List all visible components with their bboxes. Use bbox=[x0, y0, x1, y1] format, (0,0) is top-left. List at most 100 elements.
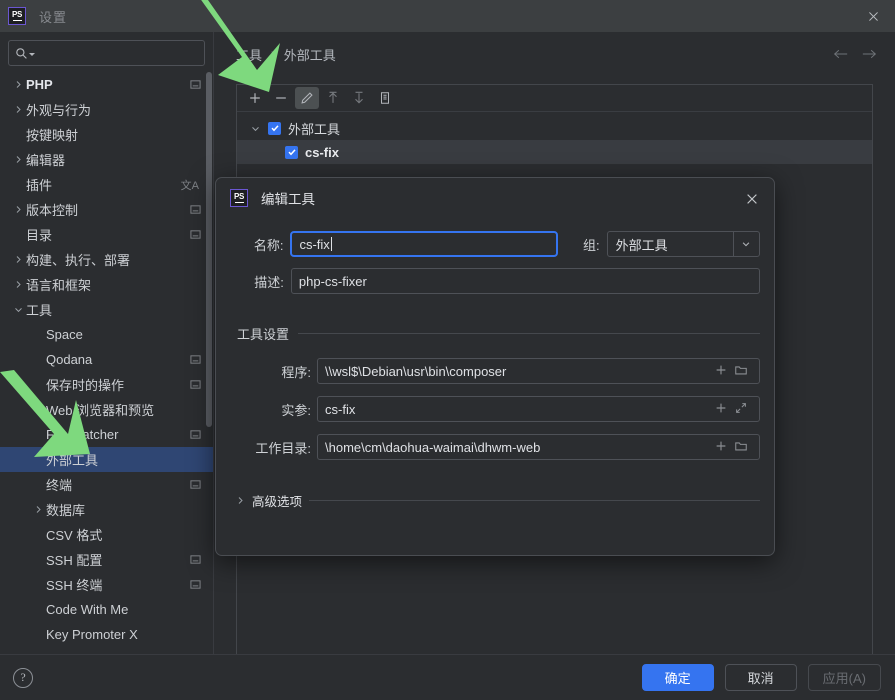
sidebar-scrollbar-thumb[interactable] bbox=[206, 72, 212, 427]
sidebar-item-item-4[interactable]: 插件 文A bbox=[0, 172, 213, 197]
tool-label: 外部工具 bbox=[288, 121, 341, 137]
working-directory-input[interactable]: \home\cm\daohua-waimai\dhwm-web bbox=[317, 434, 760, 460]
sidebar-item-item-22[interactable]: Key Promoter X bbox=[0, 622, 213, 647]
copy-tool-button[interactable] bbox=[373, 87, 397, 109]
window-badge-icon bbox=[190, 379, 201, 390]
sidebar-item-item-13[interactable]: Web 浏览器和预览 bbox=[0, 397, 213, 422]
arrow-left-icon[interactable] bbox=[833, 48, 848, 60]
sidebar-item-item-7[interactable]: 构建、执行、部署 bbox=[0, 247, 213, 272]
ok-button[interactable]: 确定 bbox=[641, 664, 714, 691]
sidebar-item-item-1[interactable]: 外观与行为 bbox=[0, 97, 213, 122]
chevron-down-icon[interactable] bbox=[251, 124, 268, 133]
help-icon[interactable]: ? bbox=[13, 667, 33, 688]
insert-macro-plus-icon[interactable] bbox=[714, 401, 728, 418]
sidebar-item-external-tools[interactable]: 外部工具 bbox=[0, 447, 213, 472]
sidebar-item-item-14[interactable]: File Watcher bbox=[0, 422, 213, 447]
sidebar-item-item-3[interactable]: 编辑器 bbox=[0, 147, 213, 172]
sidebar-item-label: 外部工具 bbox=[46, 453, 99, 468]
chevron-down-icon[interactable] bbox=[732, 232, 759, 256]
sidebar-item-item-9[interactable]: 工具 bbox=[0, 297, 213, 322]
chevron-right-icon[interactable] bbox=[10, 280, 26, 289]
description-input[interactable]: php-cs-fixer bbox=[290, 268, 760, 294]
search-input[interactable] bbox=[35, 46, 201, 60]
window-badge-icon bbox=[190, 479, 201, 490]
tool-tree-row[interactable]: 外部工具 bbox=[237, 116, 872, 140]
sidebar-item-item-8[interactable]: 语言和框架 bbox=[0, 272, 213, 297]
arguments-field-actions bbox=[714, 401, 752, 418]
name-input[interactable]: cs-fix bbox=[290, 231, 558, 257]
translation-badge-icon: 文A bbox=[180, 179, 199, 192]
search-box[interactable] bbox=[8, 40, 205, 66]
apply-button[interactable]: 应用(A) bbox=[807, 664, 881, 691]
sidebar-item-item-18[interactable]: CSV 格式 bbox=[0, 522, 213, 547]
advanced-divider bbox=[309, 500, 760, 501]
breadcrumb-navigation bbox=[833, 32, 877, 76]
sidebar-item-item-10[interactable]: Space bbox=[0, 322, 213, 347]
sidebar-item-item-6[interactable]: 目录 bbox=[0, 222, 213, 247]
sidebar-item-label: PHP bbox=[26, 77, 53, 92]
edit-tool-button[interactable] bbox=[295, 87, 319, 109]
chevron-right-icon[interactable] bbox=[10, 105, 26, 114]
search-icon bbox=[15, 47, 28, 60]
sidebar-item-item-0[interactable]: PHP bbox=[0, 72, 213, 97]
chevron-right-icon[interactable] bbox=[10, 155, 26, 164]
tool-checkbox[interactable] bbox=[268, 121, 281, 135]
sidebar-item-label: 插件 bbox=[26, 178, 53, 193]
insert-macro-plus-icon[interactable] bbox=[714, 363, 728, 380]
add-tool-button[interactable] bbox=[243, 87, 267, 109]
program-input[interactable]: \\wsl$\Debian\usr\bin\composer bbox=[317, 358, 760, 384]
sidebar-item-label: 版本控制 bbox=[26, 203, 79, 218]
move-up-button bbox=[321, 87, 345, 109]
external-tools-toolbar bbox=[237, 85, 872, 112]
window-badge-icon bbox=[190, 204, 201, 215]
dialog-title: 编辑工具 bbox=[261, 192, 315, 207]
sidebar-item-item-16[interactable]: 终端 bbox=[0, 472, 213, 497]
chevron-down-icon[interactable] bbox=[10, 305, 26, 314]
dialog-close-icon[interactable] bbox=[740, 187, 764, 211]
sidebar-item-item-19[interactable]: SSH 配置 bbox=[0, 547, 213, 572]
sidebar-item-item-5[interactable]: 版本控制 bbox=[0, 197, 213, 222]
sidebar-item-label: 终端 bbox=[46, 478, 73, 493]
edit-tool-dialog: PS 编辑工具 名称: cs-fix 组: 外部工具 描述: php-cs-fi… bbox=[215, 177, 775, 556]
close-icon[interactable] bbox=[851, 0, 895, 32]
chevron-right-icon[interactable] bbox=[10, 80, 26, 89]
sidebar-item-label: 外观与行为 bbox=[26, 103, 92, 118]
advanced-options-toggle[interactable]: 高级选项 bbox=[236, 491, 760, 510]
chevron-right-icon[interactable] bbox=[10, 205, 26, 214]
breadcrumb-parent[interactable]: 工具 bbox=[236, 45, 262, 64]
external-tools-tree: 外部工具 cs-fix bbox=[237, 112, 872, 164]
sidebar-item-item-20[interactable]: SSH 终端 bbox=[0, 572, 213, 597]
chevron-right-icon[interactable] bbox=[10, 255, 26, 264]
arguments-input[interactable]: cs-fix bbox=[317, 396, 760, 422]
sidebar-item-item-11[interactable]: Qodana bbox=[0, 347, 213, 372]
arguments-row: 实参: cs-fix bbox=[249, 396, 760, 422]
tool-settings-group-header: 工具设置 bbox=[237, 324, 760, 343]
expand-icon[interactable] bbox=[734, 401, 748, 418]
insert-macro-plus-icon[interactable] bbox=[714, 439, 728, 456]
settings-tree: PHP 外观与行为按键映射编辑器插件 文A 版本控制目录构建、执行、部署 语言和框架 工具… bbox=[0, 72, 213, 647]
sidebar-item-item-21[interactable]: Code With Me bbox=[0, 597, 213, 622]
working-directory-field-actions bbox=[714, 439, 752, 456]
cancel-button[interactable]: 取消 bbox=[724, 664, 797, 691]
name-row: 名称: cs-fix 组: 外部工具 bbox=[232, 231, 760, 257]
settings-footer: ? 确定 取消 应用(A) bbox=[0, 654, 895, 700]
breadcrumb: 工具 › 外部工具 bbox=[215, 32, 895, 76]
chevron-right-icon[interactable] bbox=[30, 505, 46, 514]
sidebar-item-item-12[interactable]: 保存时的操作 bbox=[0, 372, 213, 397]
move-down-button bbox=[347, 87, 371, 109]
sidebar-item-label: 目录 bbox=[26, 228, 53, 243]
sidebar-item-label: 编辑器 bbox=[26, 153, 66, 168]
sidebar-item-item-2[interactable]: 按键映射 bbox=[0, 122, 213, 147]
tool-tree-row[interactable]: cs-fix bbox=[237, 140, 872, 164]
arrow-right-icon[interactable] bbox=[862, 48, 877, 60]
sidebar-item-label: CSV 格式 bbox=[46, 528, 103, 543]
remove-tool-button[interactable] bbox=[269, 87, 293, 109]
settings-window: PS 设置 PHP 外观与行为 按键映射 编辑器 插件 文A 版本控制 目录 构建、执行、部署语… bbox=[0, 0, 895, 700]
folder-icon[interactable] bbox=[734, 439, 748, 456]
description-row: 描述: php-cs-fixer bbox=[232, 268, 760, 294]
tool-checkbox[interactable] bbox=[285, 145, 298, 159]
folder-icon[interactable] bbox=[734, 363, 748, 380]
sidebar-item-item-17[interactable]: 数据库 bbox=[0, 497, 213, 522]
group-select[interactable]: 外部工具 bbox=[606, 231, 760, 257]
breadcrumb-separator: › bbox=[271, 48, 275, 60]
